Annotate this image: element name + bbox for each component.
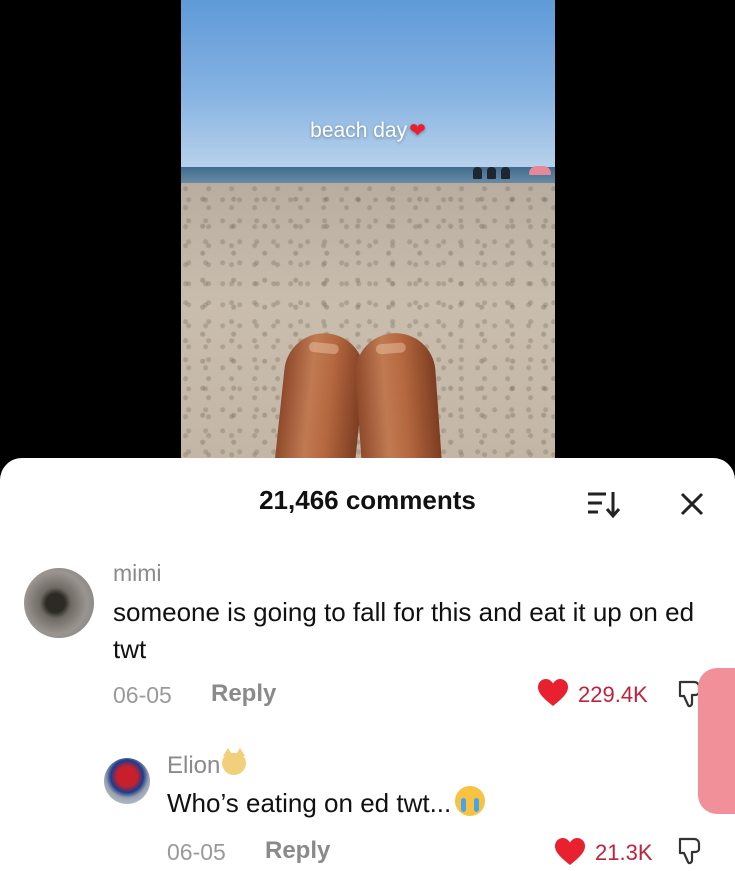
like-heart-icon[interactable]	[554, 837, 586, 867]
cat-face-icon	[222, 748, 247, 775]
red-heart-icon: ❤	[409, 120, 426, 142]
comment-date: 06-05	[113, 682, 172, 708]
beach-umbrella	[529, 166, 551, 175]
comment-username-text: Elion	[167, 752, 221, 779]
reply-button[interactable]: Reply	[265, 837, 330, 865]
loudly-crying-face-icon	[455, 786, 486, 816]
avatar[interactable]	[24, 568, 94, 638]
comment-date: 06-05	[167, 839, 226, 865]
dislike-icon[interactable]	[676, 835, 706, 867]
scrollbar[interactable]	[698, 668, 735, 814]
like-count: 21.3K	[595, 840, 653, 865]
comments-sheet: 21,466 comments mimi someone is going to…	[0, 458, 735, 871]
like-heart-icon[interactable]	[537, 678, 569, 708]
distant-people	[473, 166, 517, 180]
comment-username[interactable]: mimi	[113, 560, 162, 587]
close-icon[interactable]	[676, 488, 708, 520]
comment-username[interactable]: Elion	[167, 748, 247, 780]
like-count: 229.4K	[578, 682, 648, 707]
comments-count-title: 21,466 comments	[259, 485, 476, 515]
video-player[interactable]: beach day ❤	[181, 0, 555, 470]
caption-text: beach day	[310, 119, 408, 142]
comment-text: Who’s eating on ed twt...	[167, 786, 486, 819]
comment-text-body: Who’s eating on ed twt...	[167, 788, 452, 818]
sort-icon[interactable]	[586, 488, 622, 520]
reply-button[interactable]: Reply	[211, 680, 276, 708]
video-caption: beach day ❤	[181, 118, 555, 143]
avatar[interactable]	[104, 758, 150, 804]
comment-text: someone is going to fall for this and ea…	[113, 597, 695, 664]
